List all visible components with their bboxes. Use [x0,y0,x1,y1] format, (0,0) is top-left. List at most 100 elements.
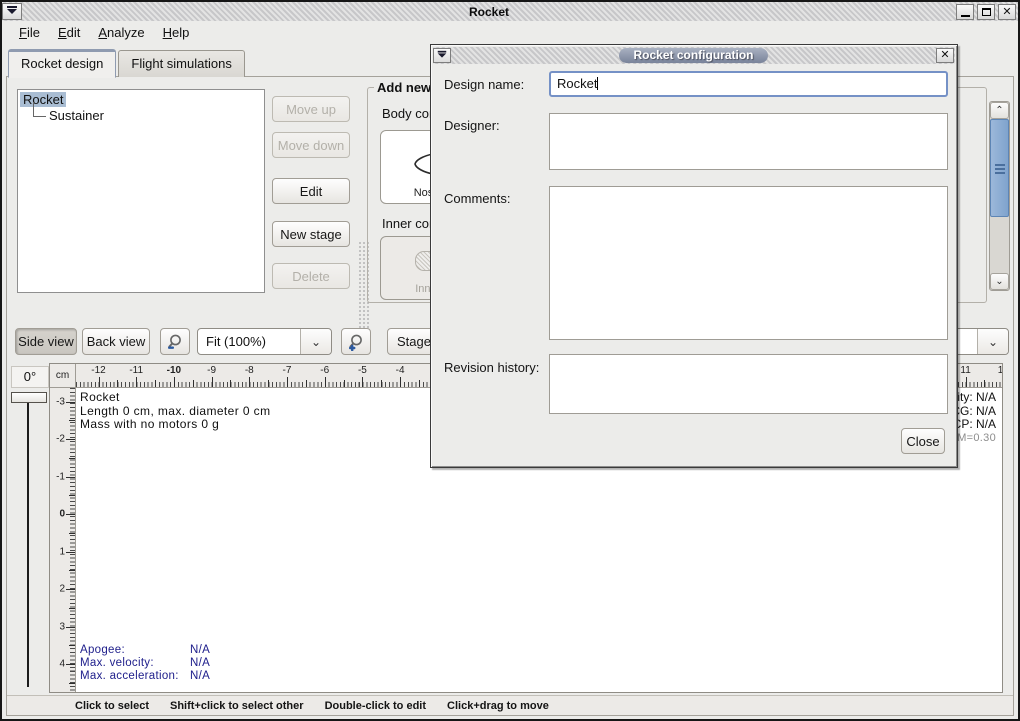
zoom-select-value: Fit (100%) [198,334,300,349]
rotation-slider-thumb[interactable] [11,392,47,403]
v-ruler-label: 3 [59,621,65,632]
h-ruler-label: 12 [998,365,1002,376]
maximize-button[interactable] [977,4,995,20]
v-ruler-tick [69,570,75,571]
flight-data-row: Max. acceleration:N/A [80,670,210,683]
component-tree[interactable]: Rocket Sustainer [17,89,265,293]
v-ruler-tick [69,533,75,534]
main-window: Rocket ✕ FileEditAnalyzeHelp Rocket desi… [0,0,1020,721]
tree-elbow-line [33,102,46,117]
h-ruler-tick [230,380,231,387]
tab-rocket-design[interactable]: Rocket design [8,49,116,78]
rocket-info-text: Rocket Length 0 cm, max. diameter 0 cm M… [80,391,270,432]
dialog-close-button[interactable]: ✕ [936,48,954,63]
ruler-unit-label: cm [50,364,76,388]
maximize-icon [982,8,991,16]
menu-analyze[interactable]: Analyze [89,22,153,43]
scrollbar-thumb[interactable] [990,119,1009,217]
h-ruler-label: -12 [91,365,105,376]
zoom-out-button[interactable] [160,328,190,355]
h-ruler-tick [117,380,118,387]
menu-help[interactable]: Help [154,22,199,43]
h-ruler-tick [362,377,363,387]
palette-scrollbar[interactable]: ⌃ ⌄ [989,101,1010,291]
rotation-angle-field[interactable]: 0° [11,366,49,388]
h-ruler-label: -5 [358,365,367,376]
h-ruler-label: -11 [129,365,143,376]
minimize-button[interactable] [956,4,974,20]
move-down-button[interactable]: Move down [272,132,350,158]
designer-textarea[interactable] [549,113,948,170]
minimize-icon [961,15,970,17]
tree-item-sustainer[interactable]: Sustainer [46,108,107,123]
tab-strip: Rocket designFlight simulations [8,48,247,77]
menu-file[interactable]: File [10,22,49,43]
v-ruler-tick [66,664,75,665]
dialog-title: Rocket configuration [619,48,767,63]
window-menu-icon [7,9,17,14]
status-bar: Click to select Shift+click to select oth… [7,695,1013,715]
status-hint: Shift+click to select other [170,700,304,712]
h-ruler-tick [155,380,156,387]
design-name-input[interactable]: Rocket [549,71,948,97]
window-controls: ✕ [956,4,1016,20]
window-menu-button[interactable] [2,3,22,20]
new-stage-button[interactable]: New stage [272,221,350,247]
h-ruler-tick [400,377,401,387]
v-ruler-tick [66,589,75,590]
h-ruler-label: -9 [207,365,216,376]
h-ruler-label: 11 [960,365,970,376]
h-ruler-label: -4 [396,365,405,376]
zoom-out-icon [166,333,184,351]
move-up-button[interactable]: Move up [272,96,350,122]
v-ruler-tick [66,402,75,403]
vertical-ruler: -3-2-101234 [50,388,76,692]
close-icon: ✕ [1002,5,1011,18]
design-name-label: Design name: [444,77,524,92]
v-ruler-label: 2 [59,584,65,595]
zoom-in-icon [347,333,365,351]
menu-edit[interactable]: Edit [49,22,89,43]
v-ruler-tick [69,608,75,609]
v-ruler-tick [69,645,75,646]
edit-button[interactable]: Edit [272,178,350,204]
designer-label: Designer: [444,118,500,133]
delete-button[interactable]: Delete [272,263,350,289]
scroll-down-button[interactable]: ⌄ [990,273,1009,290]
h-ruler-label: -6 [320,365,329,376]
side-view-button[interactable]: Side view [15,328,77,355]
chevron-down-icon[interactable]: ⌄ [300,329,331,354]
flight-data-text: Apogee:N/AMax. velocity:N/AMax. accelera… [80,644,210,683]
zoom-select[interactable]: Fit (100%) ⌄ [197,328,332,355]
back-view-button[interactable]: Back view [82,328,150,355]
h-ruler-tick [966,377,967,387]
dialog-menu-button[interactable] [433,48,451,63]
text-caret [597,77,598,90]
chevron-down-icon[interactable]: ⌄ [977,329,1008,354]
h-ruler-tick [193,380,194,387]
v-ruler-tick [66,439,75,440]
v-ruler-tick [69,458,75,459]
v-ruler-tick [69,495,75,496]
h-ruler-tick [136,377,137,387]
v-ruler-label: 1 [59,546,65,557]
h-ruler-label: -7 [283,365,292,376]
h-ruler-tick [381,380,382,387]
rotation-slider-track[interactable] [27,397,29,687]
revision-history-textarea[interactable] [549,354,948,414]
menubar: FileEditAnalyzeHelp [2,21,1018,44]
h-ruler-label: -10 [167,365,181,376]
scroll-up-button[interactable]: ⌃ [990,102,1009,119]
h-ruler-tick [249,377,250,387]
v-ruler-label: -2 [56,434,65,445]
v-ruler-tick [66,477,75,478]
comments-textarea[interactable] [549,186,948,340]
h-ruler-tick [306,380,307,387]
status-hint: Click to select [75,700,149,712]
close-button[interactable]: ✕ [998,4,1016,20]
tab-flight-simulations[interactable]: Flight simulations [118,50,244,77]
dialog-close-action-button[interactable]: Close [901,428,945,454]
h-ruler-label: -8 [245,365,254,376]
zoom-in-button[interactable] [341,328,371,355]
v-ruler-tick [69,420,75,421]
